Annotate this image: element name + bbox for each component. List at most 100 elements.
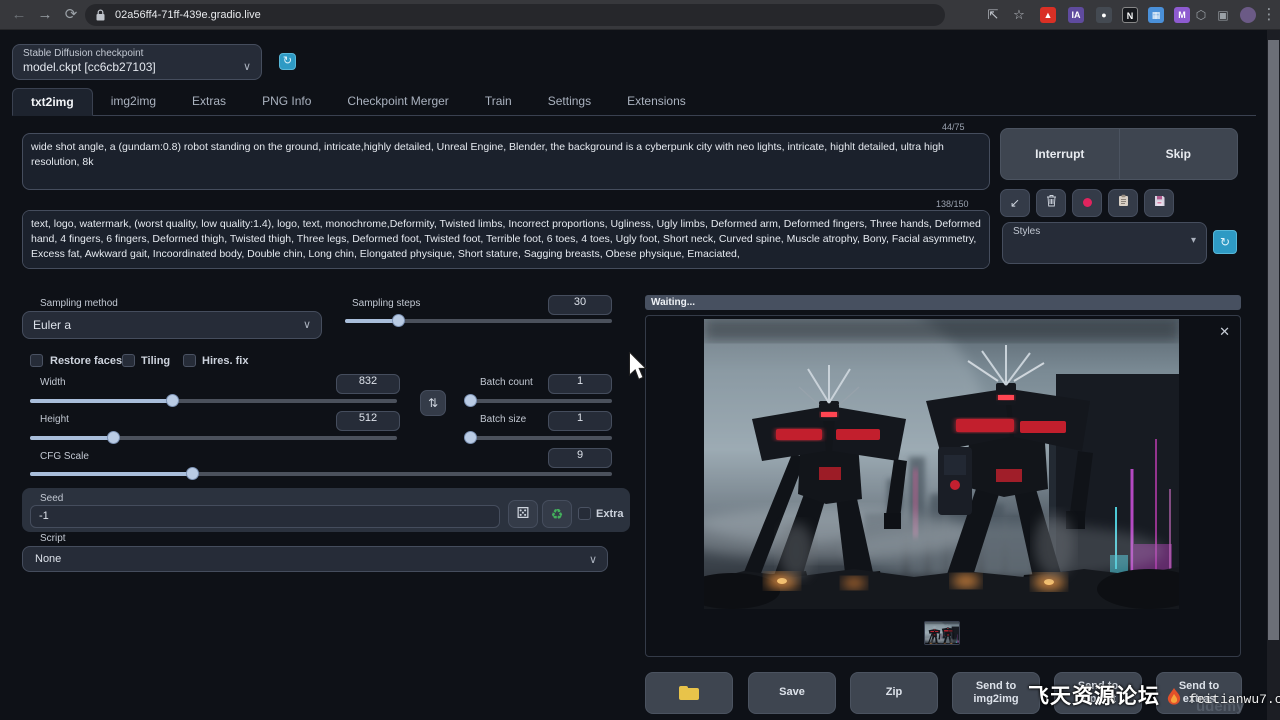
extension-icon-5[interactable]: ▦ <box>1148 7 1164 23</box>
negative-prompt-input[interactable]: text, logo, watermark, (worst quality, l… <box>22 210 990 269</box>
sampling-method-label: Sampling method <box>40 298 118 309</box>
sampling-steps-input[interactable]: 30 <box>548 295 612 315</box>
chevron-down-icon: ▾ <box>1191 235 1196 246</box>
hires-fix-checkbox[interactable] <box>183 354 196 367</box>
folder-icon <box>679 686 699 700</box>
zip-button[interactable]: Zip <box>850 672 938 714</box>
interrupt-button[interactable]: Interrupt <box>1000 128 1120 180</box>
save-style-button[interactable] <box>1144 189 1174 217</box>
cfg-scale-slider[interactable] <box>30 472 612 476</box>
extensions-puzzle-icon[interactable]: ⬡ <box>1190 4 1212 26</box>
styles-dropdown[interactable]: Styles ▾ <box>1002 222 1207 264</box>
tab-extras[interactable]: Extras <box>174 88 244 114</box>
generated-image[interactable] <box>704 319 1179 609</box>
page-scrollbar[interactable] <box>1267 30 1280 720</box>
url-text: 02a56ff4-71ff-439e.gradio.live <box>115 9 261 21</box>
tiling-checkbox[interactable] <box>122 354 135 367</box>
chevron-down-icon: ∨ <box>303 318 311 331</box>
save-button[interactable]: Save <box>748 672 836 714</box>
paste-params-button[interactable]: ↙ <box>1000 189 1030 217</box>
tab-settings[interactable]: Settings <box>530 88 609 114</box>
forward-icon[interactable]: → <box>34 4 56 26</box>
extension-icon-1[interactable]: ▲ <box>1040 7 1056 23</box>
random-seed-button[interactable]: ⚄ <box>508 500 538 528</box>
tab-txt2img[interactable]: txt2img <box>12 88 93 116</box>
output-gallery: ✕ <box>645 315 1241 657</box>
clear-prompt-button[interactable] <box>1036 189 1066 217</box>
batch-size-label: Batch size <box>480 414 526 425</box>
extension-icon-6[interactable]: M <box>1174 7 1190 23</box>
floppy-icon <box>1154 195 1165 207</box>
browser-menu-icon[interactable]: ⋮ <box>1258 4 1280 26</box>
chevron-down-icon: ∨ <box>243 60 251 73</box>
slider-thumb[interactable] <box>107 431 120 444</box>
batch-size-slider[interactable] <box>470 436 612 440</box>
open-folder-button[interactable] <box>645 672 733 714</box>
apply-styles-button[interactable] <box>1108 189 1138 217</box>
checkpoint-refresh-button[interactable]: ↻ <box>279 53 296 70</box>
script-select[interactable]: None ∨ <box>22 546 608 572</box>
height-input[interactable]: 512 <box>336 411 400 431</box>
seed-input[interactable]: -1 <box>30 505 500 528</box>
sidebar-icon[interactable]: ▣ <box>1212 4 1234 26</box>
tab-png-info[interactable]: PNG Info <box>244 88 329 114</box>
batch-count-slider[interactable] <box>470 399 612 403</box>
lock-icon <box>96 9 105 21</box>
styles-refresh-button[interactable]: ↻ <box>1213 230 1237 254</box>
script-value: None <box>35 553 61 565</box>
back-icon[interactable]: ← <box>8 4 30 26</box>
batch-count-label: Batch count <box>480 377 533 388</box>
browser-toolbar: ← → ⟳ 02a56ff4-71ff-439e.gradio.live ⇱ ☆… <box>0 0 1280 30</box>
slider-thumb[interactable] <box>464 431 477 444</box>
tab-img2img[interactable]: img2img <box>93 88 174 114</box>
watermark-site-text: feitianwu7.com <box>1189 692 1280 707</box>
restore-faces-label: Restore faces <box>50 355 122 367</box>
tab-train[interactable]: Train <box>467 88 530 114</box>
skip-button[interactable]: Skip <box>1120 128 1239 180</box>
tab-checkpoint-merger[interactable]: Checkpoint Merger <box>329 88 466 114</box>
send-to-img2img-button[interactable]: Send to img2img <box>952 672 1040 714</box>
share-icon[interactable]: ⇱ <box>984 4 1002 26</box>
sampling-steps-slider[interactable] <box>345 319 612 323</box>
tab-extensions[interactable]: Extensions <box>609 88 704 114</box>
slider-thumb[interactable] <box>186 467 199 480</box>
width-slider[interactable] <box>30 399 397 403</box>
slider-thumb[interactable] <box>464 394 477 407</box>
script-label: Script <box>40 533 66 544</box>
seed-extra-label: Extra <box>596 508 624 520</box>
swap-dimensions-button[interactable]: ⇅ <box>420 390 446 416</box>
width-input[interactable]: 832 <box>336 374 400 394</box>
flame-logo-icon <box>1164 687 1184 707</box>
reload-icon[interactable]: ⟳ <box>60 4 82 26</box>
cfg-scale-input[interactable]: 9 <box>548 448 612 468</box>
profile-avatar[interactable] <box>1240 7 1256 23</box>
watermark: 飞天资源论坛 feitianwu7.com <box>1028 680 1280 710</box>
gallery-thumbnail[interactable] <box>924 621 960 645</box>
batch-size-input[interactable]: 1 <box>548 411 612 431</box>
address-bar[interactable]: 02a56ff4-71ff-439e.gradio.live <box>85 4 945 26</box>
extra-networks-button[interactable] <box>1072 189 1102 217</box>
bookmark-star-icon[interactable]: ☆ <box>1010 4 1028 26</box>
sampling-method-select[interactable]: Euler a ∨ <box>22 311 322 339</box>
seed-extra-checkbox[interactable] <box>578 507 591 520</box>
close-icon[interactable]: ✕ <box>1219 324 1230 340</box>
batch-count-input[interactable]: 1 <box>548 374 612 394</box>
extension-icon-2[interactable]: IA <box>1068 7 1084 23</box>
height-slider[interactable] <box>30 436 397 440</box>
seed-label: Seed <box>40 493 63 504</box>
slider-thumb[interactable] <box>392 314 405 327</box>
hires-fix-label: Hires. fix <box>202 355 248 367</box>
main-tabs: txt2img img2img Extras PNG Info Checkpoi… <box>12 88 1256 116</box>
width-label: Width <box>40 377 66 388</box>
prompt-input[interactable]: wide shot angle, a (gundam:0.8) robot st… <box>22 133 990 190</box>
slider-thumb[interactable] <box>166 394 179 407</box>
restore-faces-checkbox[interactable] <box>30 354 43 367</box>
chevron-down-icon: ∨ <box>589 553 597 566</box>
reuse-seed-button[interactable]: ♻ <box>542 500 572 528</box>
prompt-token-counter: 44/75 <box>942 122 965 132</box>
extension-icon-3[interactable]: ● <box>1096 7 1112 23</box>
checkpoint-dropdown[interactable]: Stable Diffusion checkpoint model.ckpt [… <box>12 44 262 80</box>
extension-icon-4[interactable]: N <box>1122 7 1138 23</box>
scrollbar-thumb[interactable] <box>1268 40 1279 640</box>
trash-icon <box>1046 194 1057 207</box>
